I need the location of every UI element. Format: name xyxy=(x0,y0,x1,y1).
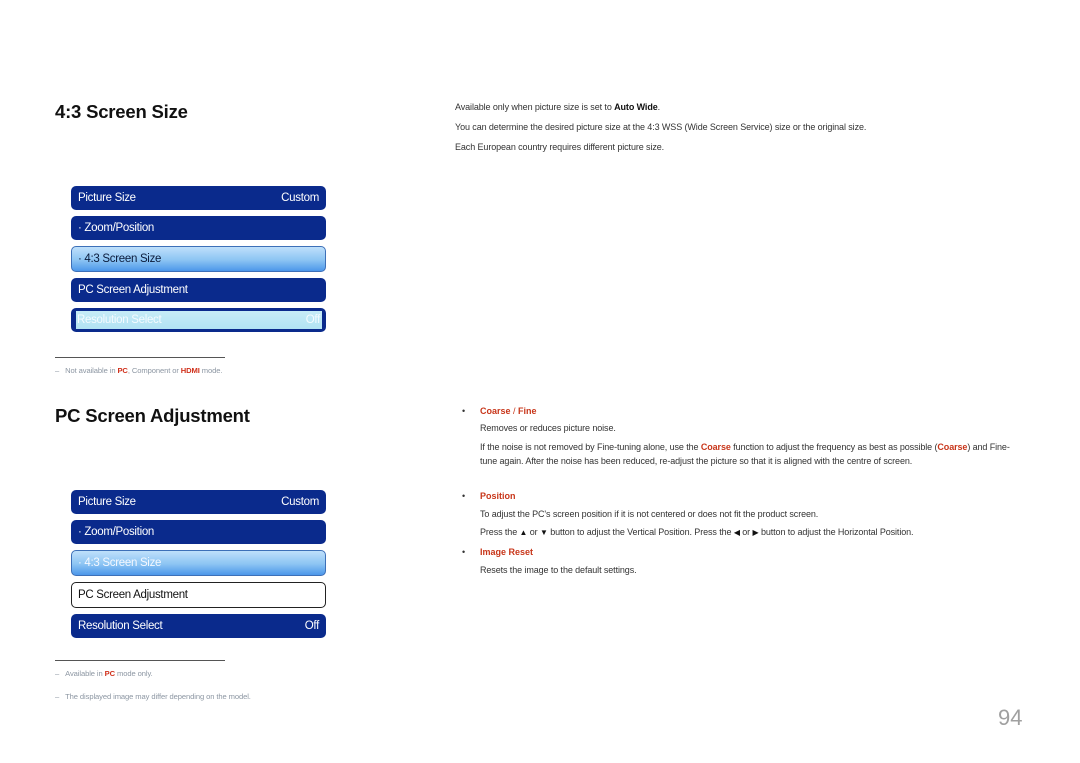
menu-item-resolution-select: Resolution Select Off xyxy=(71,308,326,332)
footnote-pc-only: – Available in PC mode only. xyxy=(55,669,153,678)
footnote-not-available: – Not available in PC, Component or HDMI … xyxy=(55,366,223,375)
note-text: mode. xyxy=(199,366,223,375)
footnote-image-may-differ: – The displayed image may differ dependin… xyxy=(55,692,251,701)
note-hdmi: HDMI xyxy=(180,366,200,375)
menu-item-value: Off xyxy=(304,620,320,632)
menu-item-label: Picture Size xyxy=(78,496,136,508)
bullet-icon: • xyxy=(462,406,466,416)
menu-item-label: PC Screen Adjustment xyxy=(78,589,188,601)
position-line-1: To adjust the PC's screen position if it… xyxy=(480,509,819,519)
menu-item-label: · 4:3 Screen Size xyxy=(78,253,162,265)
text: Press the xyxy=(480,527,520,537)
separator: / xyxy=(510,406,519,416)
text: Available only when picture size is set … xyxy=(455,102,615,112)
coarse-term: Coarse xyxy=(937,442,968,452)
footnote-divider xyxy=(55,357,225,358)
bullet-icon: • xyxy=(462,547,466,557)
description-line-2: You can determine the desired picture si… xyxy=(455,122,867,132)
section-title-4-3-screen-size: 4:3 Screen Size xyxy=(55,101,188,122)
note-dash: – xyxy=(55,669,60,678)
text: or xyxy=(739,527,753,537)
text: or xyxy=(527,527,540,537)
menu-item-zoom-position: · Zoom/Position xyxy=(71,216,326,240)
menu-item-resolution-select: Resolution Select Off xyxy=(71,614,326,638)
menu-item-value: Custom xyxy=(281,192,319,204)
menu-item-zoom-position: · Zoom/Position xyxy=(71,520,326,544)
text: button to adjust the Horizontal Position… xyxy=(758,527,914,537)
note-text: mode only. xyxy=(115,669,153,678)
menu-item-label: Resolution Select xyxy=(77,314,162,326)
text: button to adjust the Vertical Position. … xyxy=(547,527,734,537)
menu-item-picture-size: Picture Size Custom xyxy=(71,186,326,210)
note-dash: – xyxy=(55,692,60,701)
note-text: Not available in xyxy=(65,366,118,375)
menu-item-value: Custom xyxy=(281,496,319,508)
auto-wide-term: Auto Wide xyxy=(614,102,658,112)
menu-item-value: Off xyxy=(305,314,321,326)
fine-term: Fine xyxy=(518,406,537,416)
bullet-heading-image-reset: Image Reset xyxy=(480,547,534,557)
text: . xyxy=(657,102,661,112)
description-line-1: Available only when picture size is set … xyxy=(455,102,660,112)
menu-item-label: Picture Size xyxy=(78,192,136,204)
note-dash: – xyxy=(55,366,60,375)
menu-item-pc-screen-adjustment: PC Screen Adjustment xyxy=(71,278,326,302)
note-text: Available in xyxy=(65,669,105,678)
menu-item-label: PC Screen Adjustment xyxy=(78,284,188,296)
description-line-3: Each European country requires different… xyxy=(455,142,665,152)
text: function to adjust the frequency as best… xyxy=(730,442,938,452)
coarse-term: Coarse xyxy=(480,406,511,416)
section-title-pc-screen-adjustment: PC Screen Adjustment xyxy=(55,405,250,426)
menu-item-picture-size: Picture Size Custom xyxy=(71,490,326,514)
bullet-icon: • xyxy=(462,491,466,501)
menu-item-4-3-screen-size: · 4:3 Screen Size xyxy=(71,550,326,576)
down-arrow-icon: ▼ xyxy=(539,528,548,537)
note-text: The displayed image may differ depending… xyxy=(65,692,251,701)
menu-item-label: · Zoom/Position xyxy=(78,222,155,234)
menu-item-label: Resolution Select xyxy=(78,620,163,632)
osd-menu-pc-screen-adjustment: Picture Size Custom · Zoom/Position · 4:… xyxy=(71,490,326,644)
menu-item-label: · Zoom/Position xyxy=(78,526,155,538)
menu-item-label: · 4:3 Screen Size xyxy=(78,557,162,569)
coarse-fine-line-2: If the noise is not removed by Fine-tuni… xyxy=(480,440,1025,468)
bullet-heading-coarse-fine: Coarse / Fine xyxy=(480,406,537,416)
note-text: , Component or xyxy=(127,366,181,375)
position-line-2: Press the ▲ or ▼ button to adjust the Ve… xyxy=(480,525,1025,540)
page-number: 94 xyxy=(998,705,1023,730)
text: If the noise is not removed by Fine-tuni… xyxy=(480,442,701,452)
coarse-fine-line-1: Removes or reduces picture noise. xyxy=(480,423,616,433)
note-pc: PC xyxy=(104,669,115,678)
footnote-divider xyxy=(55,660,225,661)
osd-menu-4-3-screen-size: Picture Size Custom · Zoom/Position · 4:… xyxy=(71,186,326,338)
menu-item-4-3-screen-size: · 4:3 Screen Size xyxy=(71,246,326,272)
note-pc: PC xyxy=(117,366,128,375)
image-reset-line-1: Resets the image to the default settings… xyxy=(480,565,637,575)
coarse-term: Coarse xyxy=(700,442,731,452)
menu-item-pc-screen-adjustment: PC Screen Adjustment xyxy=(71,582,326,608)
bullet-heading-position: Position xyxy=(480,491,516,501)
